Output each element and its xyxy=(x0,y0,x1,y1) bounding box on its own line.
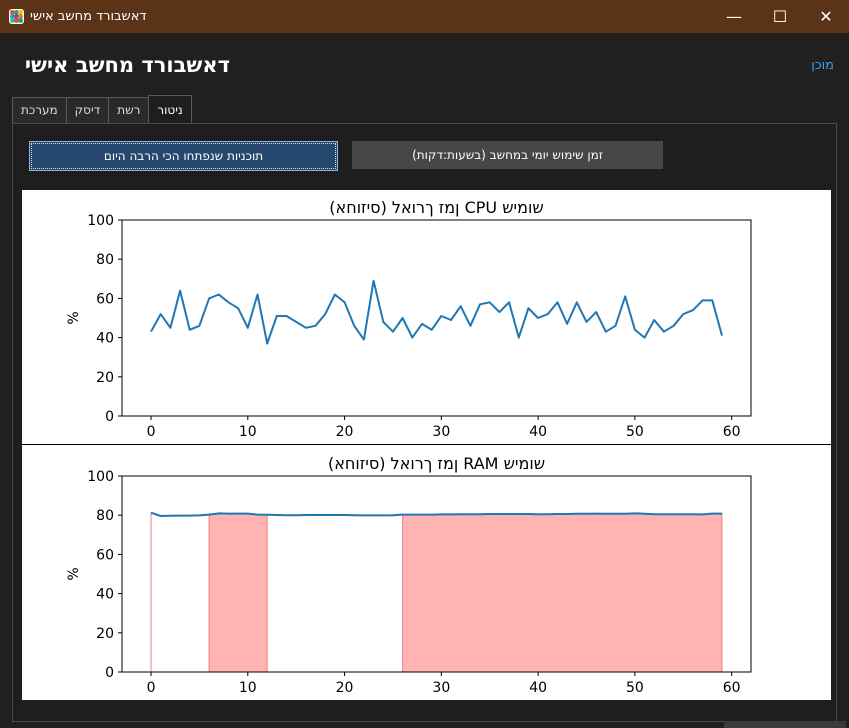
ram-x-tick-label: 50 xyxy=(626,680,644,696)
cpu-y-tick-label: 0 xyxy=(105,409,114,425)
app-icon xyxy=(9,9,24,24)
monitoring-panel: תוכניות שנפתחו הכי הרבה היום זמן שימוש י… xyxy=(12,123,837,722)
minimize-icon: — xyxy=(726,7,742,26)
top-programs-button[interactable]: תוכניות שנפתחו הכי הרבה היום xyxy=(29,141,338,171)
tab-disk[interactable]: דיסק xyxy=(65,97,110,123)
cpu-x-tick-label: 50 xyxy=(626,424,644,440)
ram-chart-title: (סיזוחא) ןמז ךרואל RAM שומיש xyxy=(328,454,545,473)
ram-x-tick-label: 40 xyxy=(529,680,547,696)
ram-y-tick-label: 0 xyxy=(105,665,114,681)
cpu-x-tick-label: 10 xyxy=(239,424,257,440)
ram-x-tick-label: 30 xyxy=(432,680,450,696)
ram-y-tick-label: 60 xyxy=(96,547,114,563)
title-bar: דאשבורד מחשב אישי — ☐ ✕ xyxy=(0,0,849,33)
tab-network[interactable]: רשת xyxy=(108,97,150,123)
daily-usage-button[interactable]: זמן שימוש יומי במחשב (בשעות:דקות) xyxy=(352,141,663,169)
maximize-button[interactable]: ☐ xyxy=(757,0,803,33)
page-title: דאשבורד מחשב אישי xyxy=(24,53,230,77)
cpu-plot-frame xyxy=(121,219,752,417)
cpu-x-tick-label: 40 xyxy=(529,424,547,440)
main-window: דאשבורד מחשב אישי מוכן מערכת דיסק רשת ני… xyxy=(1,33,848,727)
ram-y-tick-label: 100 xyxy=(87,469,114,485)
ram-y-tick-label: 20 xyxy=(96,626,114,642)
cpu-y-tick-label: 80 xyxy=(96,252,114,268)
maximize-icon: ☐ xyxy=(772,7,788,26)
tab-system[interactable]: מערכת xyxy=(12,97,67,123)
cpu-x-tick-label: 0 xyxy=(147,424,156,440)
ram-fill-region xyxy=(402,512,723,673)
close-button[interactable]: ✕ xyxy=(803,0,849,33)
charts-canvas: 0 10 20 30 40 50 60020406080100(סיזוחא) ןמז ךר… xyxy=(22,198,831,696)
ram-fill-region xyxy=(208,512,268,673)
cpu-x-tick-label: 30 xyxy=(432,424,450,440)
ram-x-tick-label: 60 xyxy=(723,680,741,696)
cpu-y-axis-label: % xyxy=(66,311,82,324)
cpu-y-tick-label: 40 xyxy=(96,331,114,347)
ram-y-tick-label: 80 xyxy=(96,508,114,524)
minimize-button[interactable]: — xyxy=(711,0,757,33)
cpu-chart-title: (סיזוחא) ןמז ךרואל CPU שומיש xyxy=(329,198,543,217)
tab-monitoring[interactable]: ניטור xyxy=(148,95,192,123)
cpu-series-line xyxy=(150,279,723,345)
cpu-y-tick-label: 100 xyxy=(87,213,114,229)
cpu-x-tick-label: 20 xyxy=(336,424,354,440)
window-title: דאשבורד מחשב אישי xyxy=(30,9,147,24)
ram-y-axis-label: % xyxy=(66,567,82,580)
ram-x-tick-label: 0 xyxy=(147,680,156,696)
resize-strip xyxy=(724,721,846,728)
ram-x-tick-label: 20 xyxy=(336,680,354,696)
cpu-y-tick-label: 20 xyxy=(96,370,114,386)
cpu-y-tick-label: 60 xyxy=(96,291,114,307)
ram-x-tick-label: 10 xyxy=(239,680,257,696)
ram-y-tick-label: 40 xyxy=(96,587,114,603)
status-label: מוכן xyxy=(811,58,834,73)
tab-bar: מערכת דיסק רשת ניטור xyxy=(12,95,192,124)
close-icon: ✕ xyxy=(819,7,833,26)
charts-figure: 0 10 20 30 40 50 60 0 20 40 60 80 100 (סיזוחא) ןמז ךר… xyxy=(22,190,831,700)
cpu-x-tick-label: 60 xyxy=(723,424,741,440)
